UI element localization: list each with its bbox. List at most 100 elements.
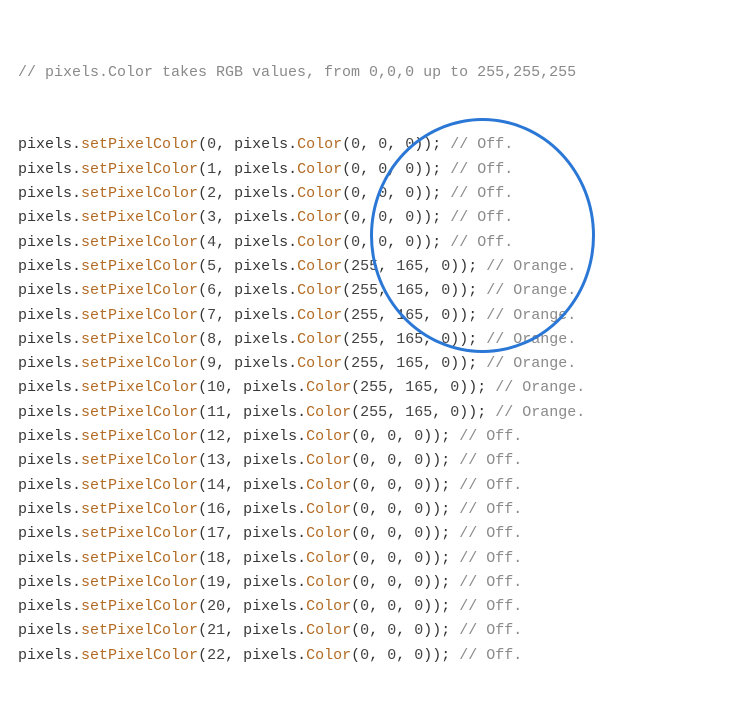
token-comment: // Off. bbox=[459, 598, 522, 615]
token-index: 9 bbox=[207, 355, 216, 372]
token-obj: pixels bbox=[18, 161, 72, 178]
token-comment: // Off. bbox=[450, 234, 513, 251]
token-index: 3 bbox=[207, 209, 216, 226]
token-obj: pixels bbox=[18, 622, 72, 639]
token-obj: pixels bbox=[18, 234, 72, 251]
code-line: pixels.setPixelColor(14, pixels.Color(0,… bbox=[18, 474, 716, 498]
token-index: 19 bbox=[207, 574, 225, 591]
token-colorfn: Color bbox=[297, 307, 342, 324]
token-obj: pixels bbox=[18, 307, 72, 324]
token-obj: pixels bbox=[18, 525, 72, 542]
token-obj: pixels bbox=[18, 574, 72, 591]
token-colorfn: Color bbox=[297, 258, 342, 275]
token-colorfn: Color bbox=[306, 452, 351, 469]
token-colorfn: Color bbox=[297, 209, 342, 226]
token-colorfn: Color bbox=[297, 355, 342, 372]
token-obj: pixels bbox=[18, 331, 72, 348]
token-method: setPixelColor bbox=[81, 185, 198, 202]
token-obj: pixels bbox=[18, 355, 72, 372]
token-comment: // Off. bbox=[459, 501, 522, 518]
token-comment: // Orange. bbox=[486, 331, 576, 348]
token-comment: // Orange. bbox=[486, 258, 576, 275]
token-obj: pixels bbox=[18, 647, 72, 664]
token-colorfn: Color bbox=[297, 234, 342, 251]
token-colorfn: Color bbox=[306, 622, 351, 639]
token-colorfn: Color bbox=[297, 331, 342, 348]
token-comment: // Off. bbox=[450, 185, 513, 202]
code-line: pixels.setPixelColor(8, pixels.Color(255… bbox=[18, 328, 716, 352]
token-obj: pixels bbox=[18, 598, 72, 615]
token-method: setPixelColor bbox=[81, 428, 198, 445]
token-index: 21 bbox=[207, 622, 225, 639]
token-comment: // Off. bbox=[459, 428, 522, 445]
token-obj: pixels bbox=[18, 404, 72, 421]
token-obj: pixels bbox=[18, 258, 72, 275]
token-method: setPixelColor bbox=[81, 234, 198, 251]
token-index: 10 bbox=[207, 379, 225, 396]
token-method: setPixelColor bbox=[81, 501, 198, 518]
token-index: 17 bbox=[207, 525, 225, 542]
code-line: pixels.setPixelColor(12, pixels.Color(0,… bbox=[18, 425, 716, 449]
token-index: 1 bbox=[207, 161, 216, 178]
token-obj: pixels bbox=[18, 136, 72, 153]
code-line: pixels.setPixelColor(16, pixels.Color(0,… bbox=[18, 498, 716, 522]
token-method: setPixelColor bbox=[81, 404, 198, 421]
token-comment: // Off. bbox=[459, 477, 522, 494]
token-colorfn: Color bbox=[297, 136, 342, 153]
token-colorfn: Color bbox=[297, 161, 342, 178]
token-comment: // Off. bbox=[459, 525, 522, 542]
token-method: setPixelColor bbox=[81, 647, 198, 664]
token-index: 12 bbox=[207, 428, 225, 445]
token-comment: // Off. bbox=[459, 550, 522, 567]
token-obj: pixels bbox=[18, 550, 72, 567]
token-comment: // Orange. bbox=[486, 307, 576, 324]
code-line: pixels.setPixelColor(2, pixels.Color(0, … bbox=[18, 182, 716, 206]
token-method: setPixelColor bbox=[81, 379, 198, 396]
token-index: 14 bbox=[207, 477, 225, 494]
code-line: pixels.setPixelColor(11, pixels.Color(25… bbox=[18, 401, 716, 425]
code-line: pixels.setPixelColor(0, pixels.Color(0, … bbox=[18, 133, 716, 157]
token-method: setPixelColor bbox=[81, 525, 198, 542]
token-obj: pixels bbox=[18, 185, 72, 202]
token-method: setPixelColor bbox=[81, 355, 198, 372]
token-index: 13 bbox=[207, 452, 225, 469]
code-lines: pixels.setPixelColor(0, pixels.Color(0, … bbox=[18, 133, 716, 668]
token-index: 8 bbox=[207, 331, 216, 348]
token-method: setPixelColor bbox=[81, 307, 198, 324]
code-line: pixels.setPixelColor(22, pixels.Color(0,… bbox=[18, 644, 716, 668]
token-comment: // Off. bbox=[459, 622, 522, 639]
token-index: 2 bbox=[207, 185, 216, 202]
token-method: setPixelColor bbox=[81, 574, 198, 591]
token-method: setPixelColor bbox=[81, 452, 198, 469]
code-line: pixels.setPixelColor(21, pixels.Color(0,… bbox=[18, 619, 716, 643]
token-comment: // Off. bbox=[459, 452, 522, 469]
token-index: 0 bbox=[207, 136, 216, 153]
token-comment: // Off. bbox=[459, 574, 522, 591]
token-obj: pixels bbox=[18, 428, 72, 445]
token-method: setPixelColor bbox=[81, 209, 198, 226]
code-line: pixels.setPixelColor(13, pixels.Color(0,… bbox=[18, 449, 716, 473]
token-comment: // Off. bbox=[450, 209, 513, 226]
token-index: 4 bbox=[207, 234, 216, 251]
token-comment: // Off. bbox=[450, 136, 513, 153]
code-line: pixels.setPixelColor(18, pixels.Color(0,… bbox=[18, 547, 716, 571]
token-index: 7 bbox=[207, 307, 216, 324]
token-colorfn: Color bbox=[306, 477, 351, 494]
token-colorfn: Color bbox=[306, 404, 351, 421]
code-line: pixels.setPixelColor(9, pixels.Color(255… bbox=[18, 352, 716, 376]
token-obj: pixels bbox=[18, 209, 72, 226]
token-colorfn: Color bbox=[306, 598, 351, 615]
code-comment-top: // pixels.Color takes RGB values, from 0… bbox=[18, 61, 716, 85]
token-comment: // Off. bbox=[450, 161, 513, 178]
code-line: pixels.setPixelColor(3, pixels.Color(0, … bbox=[18, 206, 716, 230]
token-obj: pixels bbox=[18, 501, 72, 518]
token-method: setPixelColor bbox=[81, 161, 198, 178]
token-index: 6 bbox=[207, 282, 216, 299]
token-method: setPixelColor bbox=[81, 622, 198, 639]
token-colorfn: Color bbox=[306, 501, 351, 518]
token-obj: pixels bbox=[18, 282, 72, 299]
token-colorfn: Color bbox=[306, 379, 351, 396]
token-colorfn: Color bbox=[306, 525, 351, 542]
token-comment: // Orange. bbox=[495, 379, 585, 396]
token-method: setPixelColor bbox=[81, 477, 198, 494]
